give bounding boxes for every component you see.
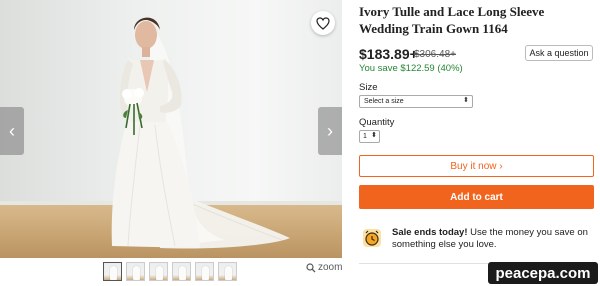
next-image-button[interactable]: › xyxy=(318,107,342,155)
thumbnail-5[interactable] xyxy=(195,262,214,281)
wedding-dress-photo xyxy=(111,17,290,249)
original-price: $306.48+ xyxy=(414,49,456,60)
chevron-right-icon: › xyxy=(327,120,333,141)
favorite-button[interactable] xyxy=(311,11,335,35)
quantity-value: 1 xyxy=(363,133,367,140)
quantity-select[interactable]: 1 ⬍ xyxy=(359,130,380,143)
sale-message: Sale ends today! Use the money you save … xyxy=(392,227,595,251)
buy-it-now-button[interactable]: Buy it now › xyxy=(359,155,594,177)
thumbnail-1[interactable] xyxy=(103,262,122,281)
size-select[interactable]: Select a size ⬍ xyxy=(359,95,473,108)
zoom-button[interactable]: zoom xyxy=(306,262,342,273)
thumbnail-3[interactable] xyxy=(149,262,168,281)
quantity-label: Quantity xyxy=(359,117,395,128)
thumbnail-strip xyxy=(103,262,237,281)
chevron-left-icon: ‹ xyxy=(9,120,15,141)
thumbnail-6[interactable] xyxy=(218,262,237,281)
sale-notice: Sale ends today! Use the money you save … xyxy=(359,227,595,259)
alarm-clock-icon xyxy=(363,229,381,247)
watermark: peacepa.com xyxy=(488,262,598,284)
thumbnail-4[interactable] xyxy=(172,262,191,281)
sale-headline: Sale ends today! xyxy=(392,227,468,238)
sale-price: $183.89+ xyxy=(359,46,418,62)
select-caret-icon: ⬍ xyxy=(463,97,469,104)
savings-text: You save $122.59 (40%) xyxy=(359,63,463,74)
previous-image-button[interactable]: ‹ xyxy=(0,107,24,155)
size-select-value: Select a size xyxy=(364,98,404,105)
magnifier-icon xyxy=(306,262,316,272)
ask-question-button[interactable]: Ask a question xyxy=(525,45,593,61)
add-to-cart-button[interactable]: Add to cart xyxy=(359,185,594,209)
size-label: Size xyxy=(359,82,378,93)
product-title: Ivory Tulle and Lace Long Sleeve Wedding… xyxy=(359,4,545,36)
product-image-gallery: ‹ › xyxy=(0,0,342,258)
heart-icon xyxy=(316,16,330,30)
thumbnail-2[interactable] xyxy=(126,262,145,281)
zoom-label: zoom xyxy=(318,262,343,273)
select-caret-icon: ⬍ xyxy=(371,132,377,139)
